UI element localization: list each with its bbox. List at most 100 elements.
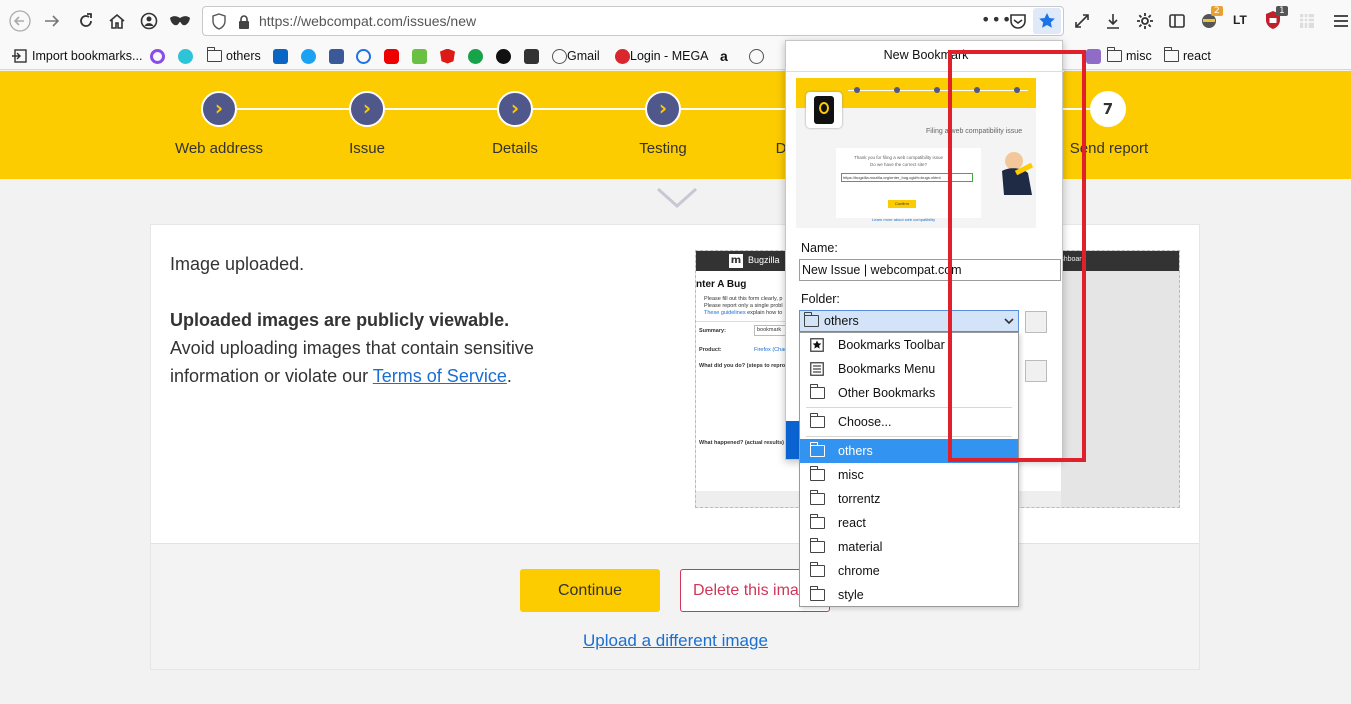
grid-extension-icon[interactable]: [1298, 12, 1316, 30]
bookmark-globe[interactable]: [749, 47, 764, 65]
back-button[interactable]: [8, 9, 32, 33]
languagetool-icon[interactable]: LT: [1233, 13, 1247, 27]
preview-text2: Do we have the correct site?: [870, 162, 928, 167]
webcompat-logo: [806, 92, 842, 128]
bookmark-lock[interactable]: [524, 47, 539, 65]
thumb-what-happened-label: What happened? (actual results): [699, 440, 784, 446]
p-icon: [178, 48, 193, 64]
avoid-text: information or violate our: [170, 366, 369, 386]
progress-stepper: › › › › 7 Web address Issue Details Test…: [0, 71, 1351, 179]
bookmark-amazon[interactable]: a: [720, 47, 728, 65]
step-details-circle[interactable]: ›: [497, 91, 533, 127]
bookmark-folder-misc[interactable]: misc: [1106, 47, 1152, 65]
avoid-text-line1: Avoid uploading images that contain sens…: [170, 338, 534, 358]
bookmark-folder-react[interactable]: react: [1163, 47, 1211, 65]
public-warning-heading: Uploaded images are publicly viewable.: [170, 310, 510, 330]
dropdown-item-style[interactable]: style: [800, 583, 1018, 607]
star-folder-icon: [810, 338, 824, 352]
continue-button[interactable]: Continue: [520, 569, 660, 612]
bookmark-linkedin[interactable]: [273, 47, 288, 65]
step-testing-circle[interactable]: ›: [645, 91, 681, 127]
folder-icon: [809, 466, 825, 481]
thumb-heading: nter A Bug: [696, 279, 747, 290]
period: .: [506, 366, 512, 386]
dropdown-item-torrentz[interactable]: torrentz: [800, 487, 1018, 511]
amazon-icon: a: [720, 48, 728, 64]
download-icon[interactable]: [1104, 12, 1122, 30]
bookmark-youtube[interactable]: [384, 47, 399, 65]
thumb-bullet3-rest: explain how to: [747, 310, 783, 316]
folder-icon: [809, 490, 825, 505]
bookmark-cloud[interactable]: [356, 47, 371, 65]
thumb-bullet1: Please fill out this form clearly, p: [704, 296, 783, 302]
menu-icon[interactable]: [1332, 12, 1350, 30]
bookmark-tv[interactable]: [468, 47, 483, 65]
thumb-bullet2: Please report only a single probl: [704, 303, 783, 309]
bookmark-q[interactable]: [150, 47, 165, 65]
dropdown-item-label: Bookmarks Toolbar: [838, 338, 945, 352]
dropdown-item-misc[interactable]: misc: [800, 463, 1018, 487]
youtube-icon: [384, 48, 399, 64]
bookmark-p[interactable]: [178, 47, 193, 65]
step-label-details: Details: [492, 140, 538, 157]
dropdown-item-label: react: [838, 516, 866, 530]
bookmark-folder-others[interactable]: others: [206, 47, 261, 65]
dropdown-item-react[interactable]: react: [800, 511, 1018, 535]
highlight-annotation-rectangle: [948, 50, 1086, 462]
angular-icon: [440, 48, 455, 64]
bookmark-star-button[interactable]: [1033, 8, 1061, 34]
step-web-address-circle[interactable]: ›: [201, 91, 237, 127]
thumb-what-did-label: What did you do? (steps to reproduc: [699, 363, 795, 369]
step-label-web-address: Web address: [174, 140, 264, 157]
lock-icon[interactable]: [237, 14, 251, 30]
star-icon: [1039, 13, 1055, 28]
bookmark-label: Gmail: [567, 49, 600, 63]
step-send-report-circle[interactable]: 7: [1090, 91, 1126, 127]
dropdown-item-chrome[interactable]: chrome: [800, 559, 1018, 583]
bookmark-facebook[interactable]: [329, 47, 344, 65]
dropdown-item-material[interactable]: material: [800, 535, 1018, 559]
shield-icon[interactable]: [211, 13, 227, 30]
forward-button[interactable]: [40, 9, 64, 33]
url-text[interactable]: https://webcompat.com/issues/new: [259, 13, 476, 29]
bookmark-mega[interactable]: Login - MEGA: [615, 47, 709, 65]
step-issue-circle[interactable]: ›: [349, 91, 385, 127]
pocket-icon[interactable]: [1009, 13, 1027, 30]
page-actions-icon[interactable]: •••: [981, 10, 1012, 29]
url-bar[interactable]: https://webcompat.com/issues/new •••: [202, 6, 1064, 36]
done-button-edge[interactable]: [786, 421, 800, 459]
bookmark-gmail[interactable]: Gmail: [552, 47, 600, 65]
ext-badge: 1: [1276, 6, 1288, 16]
fullscreen-icon[interactable]: [1073, 12, 1091, 30]
folder-select-value: others: [824, 314, 859, 328]
extension-ublock-button[interactable]: 1: [1264, 6, 1288, 32]
account-button[interactable]: [137, 9, 161, 33]
list-icon: [810, 362, 824, 376]
dropdown-item-label: Choose...: [838, 415, 892, 429]
step-label-issue: Issue: [349, 140, 385, 157]
android-download-icon: [412, 48, 427, 64]
dropdown-item-label: Bookmarks Menu: [838, 362, 936, 376]
bookmark-twitter[interactable]: [301, 47, 316, 65]
tv-icon: [468, 48, 483, 64]
extension-ninja-button[interactable]: 2: [1200, 6, 1224, 32]
globe-icon: [749, 48, 764, 64]
dropdown-item-label: chrome: [838, 564, 880, 578]
bookmark-play[interactable]: [496, 47, 511, 65]
purple-app-icon: [1086, 48, 1101, 64]
bookmark-purple[interactable]: [1086, 47, 1101, 65]
private-mask-button[interactable]: [168, 9, 192, 33]
sidebar-icon[interactable]: [1168, 12, 1186, 30]
import-bookmarks[interactable]: Import bookmarks...: [12, 47, 142, 65]
thumb-brand: Bugzilla: [748, 255, 780, 265]
bookmark-android[interactable]: [412, 47, 427, 65]
reload-button[interactable]: [74, 9, 98, 33]
folder-icon: [809, 442, 825, 457]
gear-icon[interactable]: [1136, 12, 1154, 30]
preview-link: Learn more about web compatibility: [872, 217, 936, 222]
bookmark-angular[interactable]: [440, 47, 455, 65]
home-button[interactable]: [105, 9, 129, 33]
step-label-testing: Testing: [639, 140, 687, 157]
terms-of-service-link[interactable]: Terms of Service: [373, 366, 507, 386]
upload-different-image-link[interactable]: Upload a different image: [583, 631, 768, 651]
